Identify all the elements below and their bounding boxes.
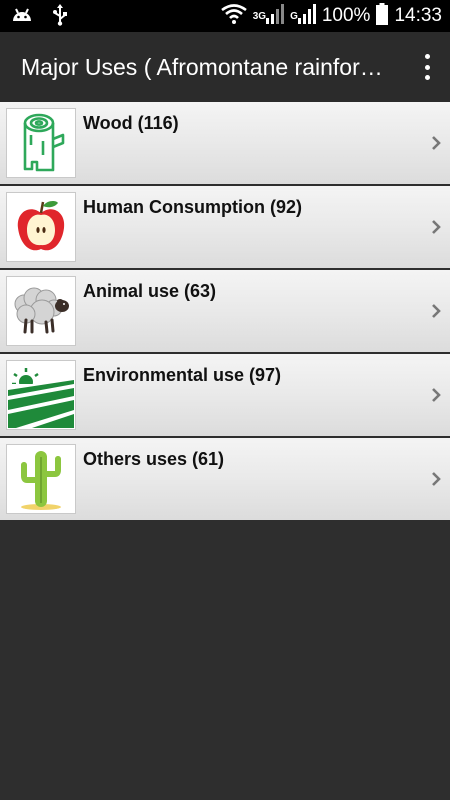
uses-list: Wood (116) Human Consumption (92) Animal…	[0, 102, 450, 522]
chevron-right-icon	[432, 304, 441, 318]
chevron-right-icon	[432, 136, 441, 150]
page-title: Major Uses ( Afromontane rainforest )	[21, 54, 391, 80]
chevron-right-icon	[432, 220, 441, 234]
list-item-label: Wood (116)	[83, 113, 179, 133]
list-item-label: Animal use (63)	[83, 281, 217, 301]
list-item-label: Human Consumption (92)	[83, 197, 302, 217]
wifi-icon	[220, 3, 247, 29]
wood-log-icon	[6, 108, 76, 178]
list-item-label: Others uses (61)	[83, 449, 225, 469]
chevron-right-icon	[432, 388, 441, 402]
apple-icon	[6, 192, 76, 262]
network-g-label: G	[290, 10, 298, 22]
list-item-human-consumption[interactable]: Human Consumption (92)	[0, 186, 450, 270]
battery-percent: 100%	[321, 5, 371, 26]
signal-icon	[266, 3, 285, 29]
android-icon	[10, 5, 34, 30]
battery-icon	[376, 2, 389, 30]
list-item-environmental-use[interactable]: Environmental use (97)	[0, 354, 450, 438]
network-3g-label: 3G	[252, 10, 267, 22]
sheep-icon	[6, 276, 76, 346]
list-item-wood[interactable]: Wood (116)	[0, 102, 450, 186]
action-bar: Major Uses ( Afromontane rainforest )	[0, 32, 450, 102]
clock: 14:33	[394, 5, 442, 26]
chevron-right-icon	[432, 472, 441, 486]
usb-icon	[52, 4, 68, 31]
list-item-animal-use[interactable]: Animal use (63)	[0, 270, 450, 354]
list-item-others-uses[interactable]: Others uses (61)	[0, 438, 450, 522]
status-bar: 3G G 100% 14:33	[0, 0, 450, 32]
list-item-label: Environmental use (97)	[83, 365, 282, 385]
cactus-icon	[6, 444, 76, 514]
signal-icon	[297, 3, 316, 29]
more-vert-icon[interactable]	[420, 54, 434, 80]
field-sun-icon	[6, 360, 76, 430]
